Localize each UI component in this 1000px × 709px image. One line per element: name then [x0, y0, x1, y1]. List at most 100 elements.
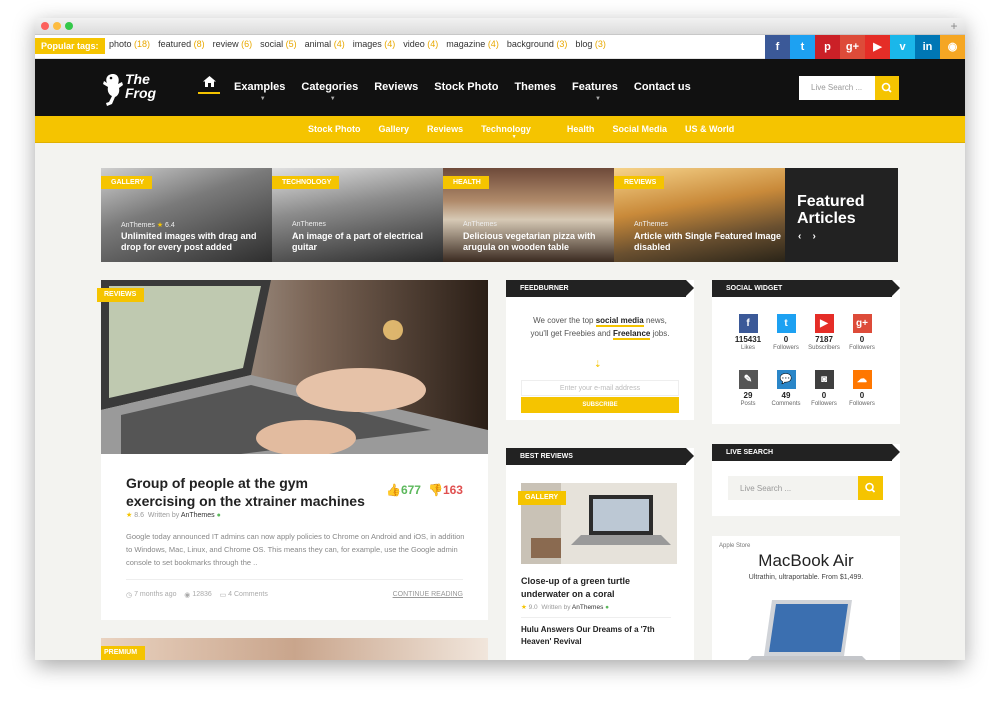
- tag-link[interactable]: photo (18): [109, 39, 150, 49]
- social-counter[interactable]: g+ 0 Followers: [842, 314, 882, 351]
- card-title[interactable]: An image of a part of electrical guitar: [292, 231, 440, 253]
- header-search-input[interactable]: Live Search ...: [799, 76, 875, 100]
- nav-stock-photo[interactable]: Stock Photo: [434, 81, 498, 94]
- google-plus-icon[interactable]: g+: [840, 35, 865, 59]
- macbook-ad[interactable]: Apple Store MacBook Air Ultrathin, ultra…: [712, 536, 900, 660]
- rss-icon[interactable]: ◉: [940, 35, 965, 59]
- post-views: 12836: [192, 591, 212, 598]
- featured-card[interactable]: REVIEWS AnThemes Article with Single Fea…: [614, 168, 785, 262]
- site-logo[interactable]: The Frog: [101, 71, 171, 109]
- home-icon: [202, 76, 216, 87]
- nav-examples[interactable]: Examples ▼: [234, 81, 285, 102]
- popular-tags-label: Popular tags:: [35, 38, 105, 54]
- nav-categories-label: Categories: [301, 81, 359, 93]
- post-author[interactable]: AnThemes: [181, 512, 215, 519]
- post-excerpt: Google today announced IT admins can now…: [126, 532, 465, 567]
- card-title[interactable]: Article with Single Featured Image disab…: [634, 231, 782, 253]
- close-window-button[interactable]: [41, 22, 49, 30]
- comment-icon: 💬: [776, 370, 796, 389]
- tag-link[interactable]: social (5): [260, 39, 297, 49]
- new-tab-button[interactable]: +: [947, 20, 961, 33]
- post-comments[interactable]: 4 Comments: [228, 591, 268, 599]
- frog-logo-icon: [103, 74, 123, 106]
- subnav-reviews[interactable]: Reviews: [427, 124, 463, 134]
- star-icon: ★: [156, 222, 164, 229]
- second-review-title[interactable]: Hulu Answers Our Dreams of a '7th Heaven…: [521, 617, 671, 648]
- subnav-gallery[interactable]: Gallery: [379, 124, 410, 134]
- subnav-us-world[interactable]: US & World: [685, 124, 734, 134]
- subscribe-button[interactable]: SUBSCRIBE: [521, 397, 679, 413]
- featured-card[interactable]: HEALTH AnThemes Delicious vegetarian piz…: [443, 168, 614, 262]
- tag-name: background: [506, 39, 554, 49]
- vimeo-icon[interactable]: v: [890, 35, 915, 59]
- linkedin-icon[interactable]: in: [915, 35, 940, 59]
- featured-card[interactable]: GALLERY AnThemes ★ 6.4 Unlimited images …: [101, 168, 272, 262]
- tag-count: (18): [134, 39, 151, 49]
- dislike-count[interactable]: 👎163: [428, 483, 463, 497]
- chevron-left-icon[interactable]: ‹: [798, 231, 801, 242]
- tag-link[interactable]: blog (3): [575, 39, 606, 49]
- social-counter[interactable]: f 115431 Likes: [728, 314, 768, 351]
- social-counter[interactable]: ☁ 0 Followers: [842, 370, 882, 407]
- subnav-social-media[interactable]: Social Media: [612, 124, 667, 134]
- social-counter[interactable]: 💬 49 Comments: [766, 370, 806, 407]
- maximize-window-button[interactable]: [65, 22, 73, 30]
- subnav-stock-photo[interactable]: Stock Photo: [308, 124, 361, 134]
- minimize-window-button[interactable]: [53, 22, 61, 30]
- counter-value: 0: [783, 335, 789, 344]
- chevron-right-icon[interactable]: ›: [812, 231, 815, 242]
- tag-count: (5): [285, 39, 297, 49]
- thumbs-down-icon: 👎: [428, 483, 443, 497]
- social-counter[interactable]: ✎ 29 Posts: [728, 370, 768, 407]
- tag-link[interactable]: featured (8): [158, 39, 205, 49]
- card-title[interactable]: Unlimited images with drag and drop for …: [121, 231, 269, 253]
- nav-features[interactable]: Features ▼: [572, 81, 618, 102]
- post-meta: ★ 8.6 Written by AnThemes ●: [126, 511, 221, 519]
- apple-store-text: Apple Store: [719, 543, 751, 549]
- social-counter[interactable]: t 0 Followers: [766, 314, 806, 351]
- subnav-technology[interactable]: Technology ▼: [481, 124, 549, 140]
- youtube-icon[interactable]: ▶: [865, 35, 890, 59]
- header-search-button[interactable]: [875, 76, 899, 100]
- tag-link[interactable]: video (4): [403, 39, 438, 49]
- social-counter[interactable]: ◙ 0 Followers: [804, 370, 844, 407]
- nav-contact-us[interactable]: Contact us: [634, 81, 691, 94]
- featured-card[interactable]: TECHNOLOGY AnThemes An image of a part o…: [272, 168, 443, 262]
- counter-value: 0: [859, 335, 865, 344]
- post-image[interactable]: [101, 280, 488, 454]
- continue-reading-link[interactable]: CONTINUE READING: [393, 591, 463, 599]
- counter-value: 49: [781, 391, 791, 400]
- widget-title: LIVE SEARCH: [712, 444, 900, 461]
- nav-themes[interactable]: Themes: [514, 81, 556, 94]
- like-count[interactable]: 👍677: [386, 483, 421, 497]
- tag-name: video: [403, 39, 425, 49]
- pencil-icon: ✎: [738, 370, 758, 389]
- tag-link[interactable]: background (3): [507, 39, 568, 49]
- card-title[interactable]: Delicious vegetarian pizza with arugula …: [463, 231, 611, 253]
- email-field[interactable]: Enter your e-mail address: [521, 380, 679, 396]
- nav-home[interactable]: [198, 76, 220, 94]
- tag-link[interactable]: images (4): [353, 39, 396, 49]
- soundcloud-icon: ☁: [852, 370, 872, 389]
- social-widget: SOCIAL WIDGET f 115431 Likes t 0 Followers ▶ 71…: [712, 280, 900, 424]
- nav-reviews[interactable]: Reviews: [374, 81, 418, 94]
- pinterest-icon[interactable]: p: [815, 35, 840, 59]
- live-search-button[interactable]: [858, 476, 883, 500]
- written-by-label: Written by: [541, 604, 571, 611]
- subnav-health[interactable]: Health: [567, 124, 595, 134]
- search-icon: [881, 82, 892, 93]
- tag-link[interactable]: magazine (4): [446, 39, 499, 49]
- twitter-icon[interactable]: t: [790, 35, 815, 59]
- tag-link[interactable]: review (6): [213, 39, 253, 49]
- facebook-icon[interactable]: f: [765, 35, 790, 59]
- category-label: HEALTH: [443, 176, 489, 189]
- best-review-author[interactable]: AnThemes: [572, 604, 603, 611]
- social-counter[interactable]: ▶ 7187 Subscribers: [804, 314, 844, 351]
- live-search-input[interactable]: Live Search ...: [728, 476, 858, 500]
- tag-link[interactable]: animal (4): [305, 39, 345, 49]
- laptop-typing-photo: [101, 280, 488, 454]
- nav-categories[interactable]: Categories ▼: [301, 81, 359, 102]
- second-post-card[interactable]: PREMIUM: [101, 638, 488, 660]
- best-review-title[interactable]: Close-up of a green turtle underwater on…: [521, 575, 671, 601]
- post-title[interactable]: Group of people at the gym exercising on…: [126, 474, 376, 510]
